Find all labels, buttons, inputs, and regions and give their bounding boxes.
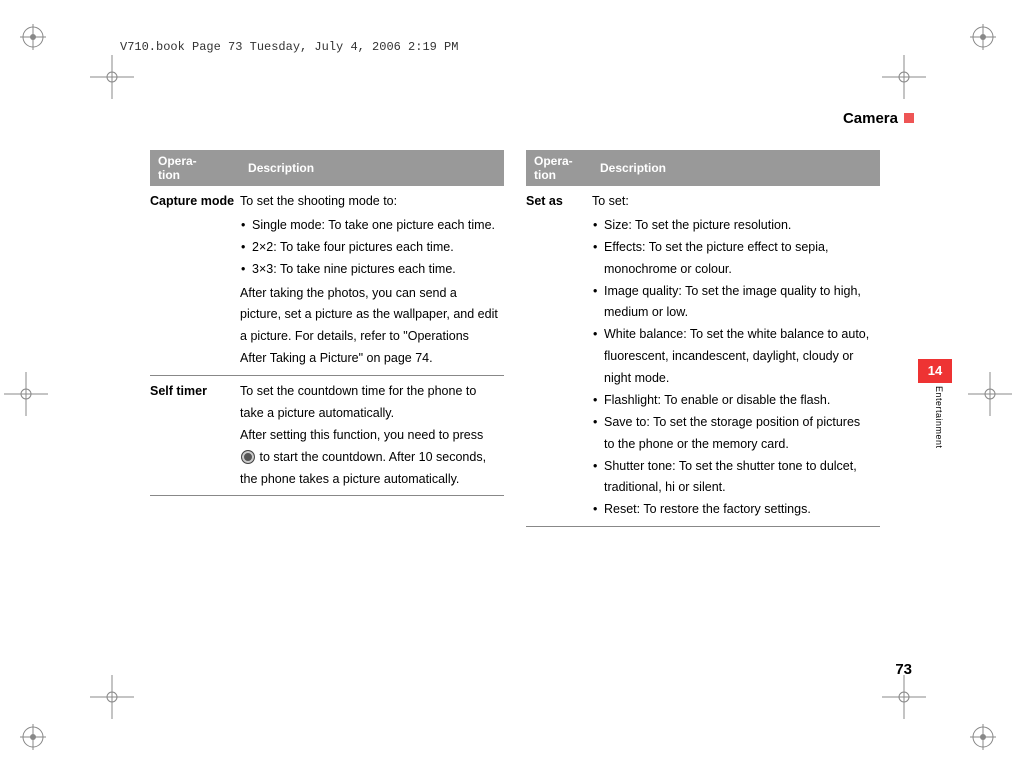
list-item: Image quality: To set the image quality … xyxy=(592,281,874,325)
operation-name: Set as xyxy=(526,186,592,527)
section-marker-icon xyxy=(904,113,914,123)
list-item: Single mode: To take one picture each ti… xyxy=(240,215,498,237)
registration-mark-icon xyxy=(882,55,926,99)
list-item: Shutter tone: To set the shutter tone to… xyxy=(592,456,874,500)
registration-mark-icon xyxy=(968,372,1012,416)
section-title: Camera xyxy=(843,110,898,127)
crop-mark-icon xyxy=(20,24,46,50)
page-number: 73 xyxy=(895,661,912,678)
list-item: 2×2: To take four pictures each time. xyxy=(240,237,498,259)
operation-description: To set: Size: To set the picture resolut… xyxy=(592,186,880,527)
right-column: Opera- tion Description Set as To set: S… xyxy=(526,150,880,527)
operation-name: Capture mode xyxy=(150,186,240,376)
description-line: To set the countdown time for the phone … xyxy=(240,381,498,425)
operation-description: To set the countdown time for the phone … xyxy=(240,376,504,496)
description-intro: To set the shooting mode to: xyxy=(240,191,498,213)
chapter-label: Entertainment xyxy=(934,386,944,449)
description-after: After taking the photos, you can send a … xyxy=(240,283,498,371)
list-item: White balance: To set the white balance … xyxy=(592,324,874,390)
left-column: Opera- tion Description Capture mode To … xyxy=(150,150,504,527)
list-item: 3×3: To take nine pictures each time. xyxy=(240,259,498,281)
col-header-operation: Opera- tion xyxy=(526,150,592,186)
content-area: Opera- tion Description Capture mode To … xyxy=(150,150,880,527)
col-header-operation: Opera- tion xyxy=(150,150,240,186)
chapter-tab: 14 xyxy=(918,359,952,383)
operation-description: To set the shooting mode to: Single mode… xyxy=(240,186,504,376)
crop-mark-icon xyxy=(20,724,46,750)
registration-mark-icon xyxy=(90,55,134,99)
description-intro: To set: xyxy=(592,191,874,213)
operations-table-right: Opera- tion Description Set as To set: S… xyxy=(526,150,880,527)
list-item: Reset: To restore the factory settings. xyxy=(592,499,874,521)
operation-name: Self timer xyxy=(150,376,240,496)
table-row: Capture mode To set the shooting mode to… xyxy=(150,186,504,376)
page-header-meta: V710.book Page 73 Tuesday, July 4, 2006 … xyxy=(120,40,458,54)
registration-mark-icon xyxy=(882,675,926,719)
table-row: Self timer To set the countdown time for… xyxy=(150,376,504,496)
registration-mark-icon xyxy=(4,372,48,416)
list-item: Size: To set the picture resolution. xyxy=(592,215,874,237)
col-header-description: Description xyxy=(592,150,880,186)
list-item: Effects: To set the picture effect to se… xyxy=(592,237,874,281)
list-item: Save to: To set the storage position of … xyxy=(592,412,874,456)
operations-table-left: Opera- tion Description Capture mode To … xyxy=(150,150,504,496)
description-text: After setting this function, you need to… xyxy=(240,428,483,442)
list-item: Flashlight: To enable or disable the fla… xyxy=(592,390,874,412)
table-row: Set as To set: Size: To set the picture … xyxy=(526,186,880,527)
description-text: to start the countdown. After 10 seconds… xyxy=(240,450,486,486)
description-line: After setting this function, you need to… xyxy=(240,425,498,491)
crop-mark-icon xyxy=(970,24,996,50)
crop-mark-icon xyxy=(970,724,996,750)
col-header-description: Description xyxy=(240,150,504,186)
registration-mark-icon xyxy=(90,675,134,719)
center-key-icon xyxy=(241,450,255,464)
